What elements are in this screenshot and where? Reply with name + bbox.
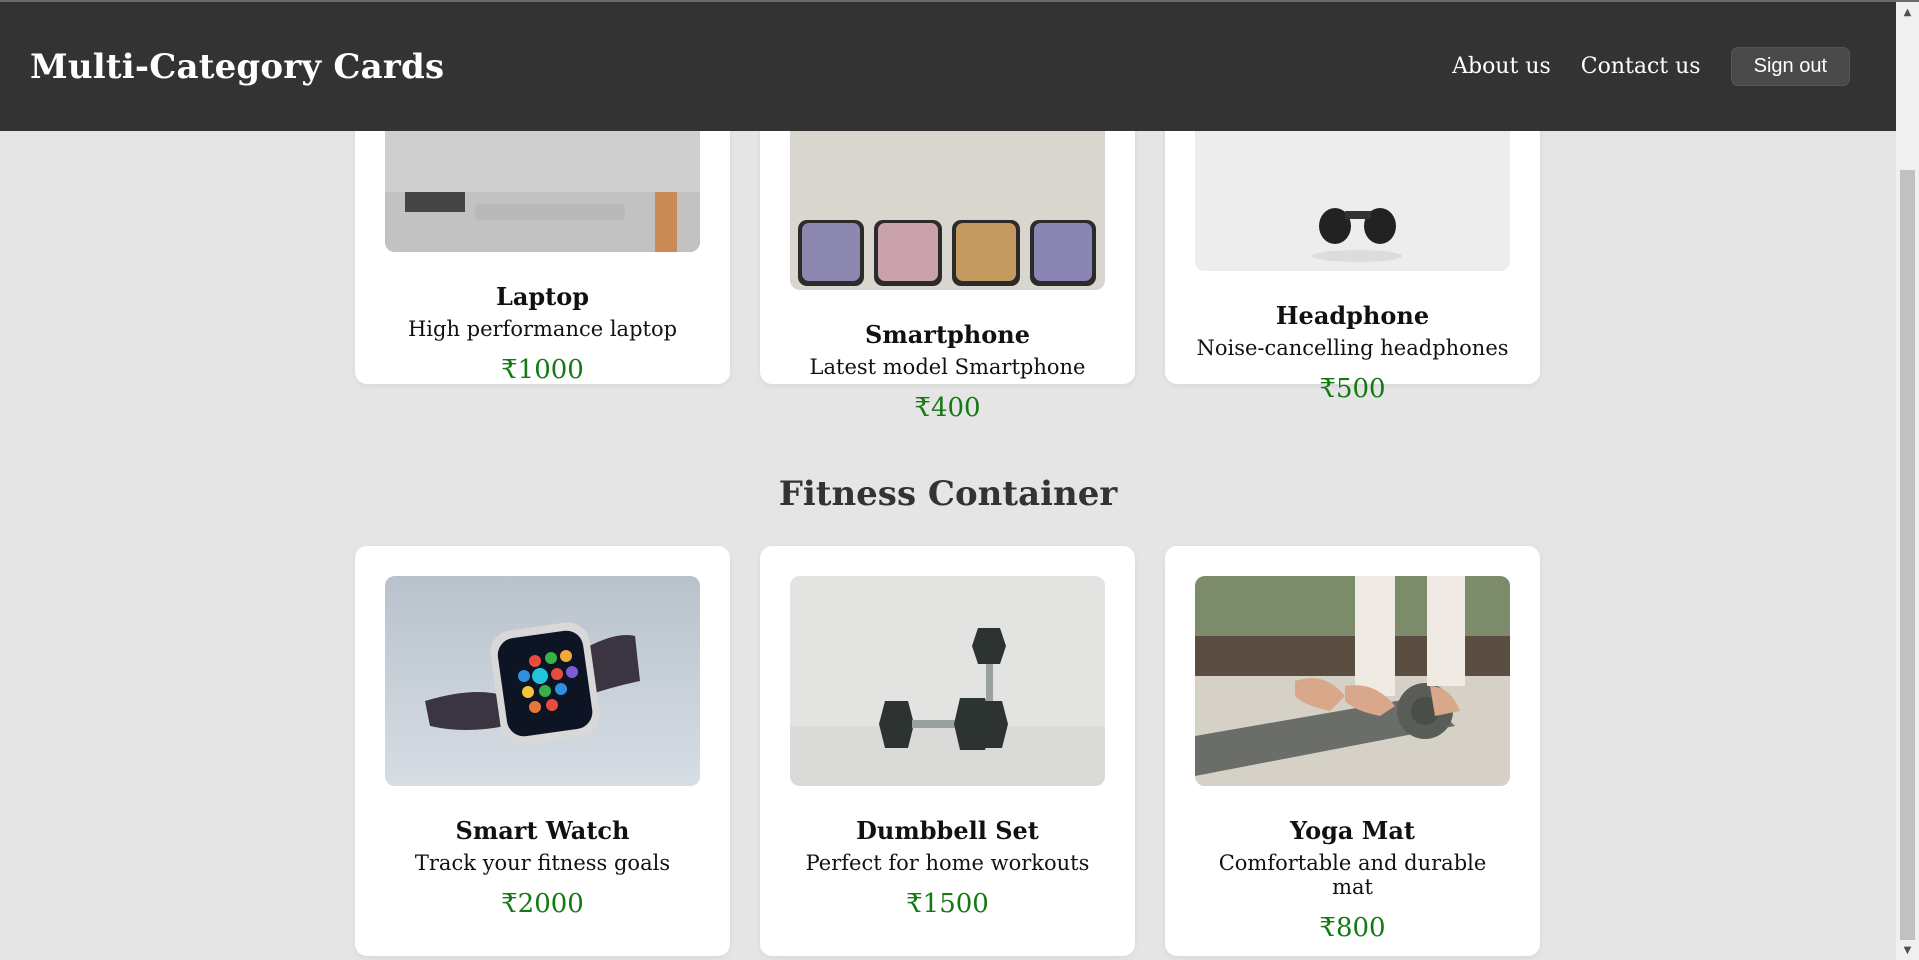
scrollbar-thumb[interactable] <box>1900 170 1915 940</box>
product-description: Comfortable and durable mat <box>1218 851 1487 899</box>
vertical-scrollbar[interactable]: ▲ ▼ <box>1896 2 1919 960</box>
scroll-down-arrow-icon[interactable]: ▼ <box>1896 940 1919 960</box>
product-description: High performance laptop <box>407 317 678 341</box>
nav-contact-us-link[interactable]: Contact us <box>1581 54 1701 79</box>
product-card-yoga-mat[interactable]: Yoga Mat Comfortable and durable mat ₹80… <box>1165 546 1540 956</box>
product-title: Headphone <box>1275 301 1430 330</box>
product-description: Track your fitness goals <box>414 851 671 875</box>
product-description: Perfect for home workouts <box>805 851 1090 875</box>
product-price: ₹1000 <box>501 355 584 385</box>
product-description: Latest model Smartphone <box>809 355 1086 379</box>
product-title: Smart Watch <box>455 816 630 845</box>
scroll-up-arrow-icon[interactable]: ▲ <box>1896 2 1919 22</box>
product-title: Smartphone <box>865 320 1030 349</box>
sign-out-button[interactable]: Sign out <box>1730 47 1850 86</box>
nav-menu: About us Contact us Sign out <box>1422 47 1850 86</box>
smart-watch-image <box>385 576 700 786</box>
product-price: ₹500 <box>1319 374 1386 404</box>
section-title-fitness: Fitness Container <box>778 474 1118 514</box>
product-title: Yoga Mat <box>1290 816 1415 845</box>
nav-about-us-link[interactable]: About us <box>1452 54 1551 79</box>
window-top-border <box>0 0 1919 2</box>
fitness-grid: Smart Watch Track your fitness goals ₹20… <box>355 546 1540 956</box>
product-card-dumbbell-set[interactable]: Dumbbell Set Perfect for home workouts ₹… <box>760 546 1135 956</box>
dumbbell-image <box>790 576 1105 786</box>
product-price: ₹400 <box>914 393 981 423</box>
product-title: Laptop <box>495 282 590 311</box>
product-price: ₹800 <box>1319 913 1386 943</box>
product-card-smart-watch[interactable]: Smart Watch Track your fitness goals ₹20… <box>355 546 730 956</box>
brand-title: Multi-Category Cards <box>30 46 445 87</box>
yoga-mat-image <box>1195 576 1510 786</box>
top-navbar: Multi-Category Cards About us Contact us… <box>0 2 1896 131</box>
product-price: ₹2000 <box>501 889 584 919</box>
product-price: ₹1500 <box>906 889 989 919</box>
product-title: Dumbbell Set <box>856 816 1039 845</box>
page-content: Laptop High performance laptop ₹1000 Sma <box>0 0 1896 960</box>
product-description: Noise-cancelling headphones <box>1196 336 1509 360</box>
